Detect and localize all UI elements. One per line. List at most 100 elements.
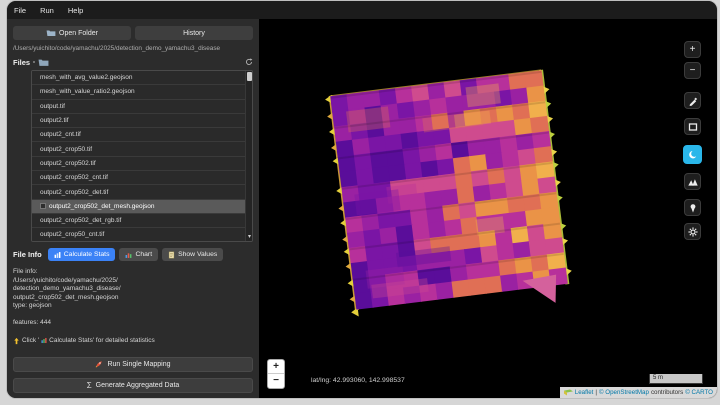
file-row[interactable]: output2_cnt.tif xyxy=(32,128,245,142)
file-name: output2_crop502_det_mesh.geojson xyxy=(49,203,155,210)
file-name: output2_crop502_det.tif xyxy=(40,189,108,196)
file-row[interactable]: output2_crop502.tif xyxy=(32,157,245,171)
document-icon xyxy=(168,251,175,259)
openstreetmap-link[interactable]: © OpenStreetMap xyxy=(599,389,649,396)
run-single-mapping-button[interactable]: Run Single Mapping xyxy=(13,357,253,372)
file-row[interactable]: output.tif xyxy=(32,100,245,114)
menu-item-run[interactable]: Run xyxy=(40,6,54,15)
file-info-line: type: geojson xyxy=(13,302,253,311)
run-single-mapping-label: Run Single Mapping xyxy=(107,361,170,368)
settings-button[interactable] xyxy=(684,223,701,240)
selected-file-icon xyxy=(40,203,46,209)
files-folder-icon xyxy=(38,58,49,67)
show-values-label: Show Values xyxy=(178,251,217,258)
generate-aggregated-button[interactable]: Σ Generate Aggregated Data xyxy=(13,378,253,393)
menu-item-file[interactable]: File xyxy=(14,6,26,15)
file-row[interactable]: output2.tif xyxy=(32,114,245,128)
map-canvas[interactable]: +− + − lat/lng: 42.993060, 142.998537 5 … xyxy=(259,19,717,398)
cursor-coordinates: lat/lng: 42.993060, 142.998537 xyxy=(311,377,405,384)
file-list: mesh_with_avg_value2.geojson mesh_with_va… xyxy=(32,71,245,241)
file-info-text: File info:/Users/yuichito/code/yamachu/2… xyxy=(13,268,253,311)
leaflet-flag-icon xyxy=(564,389,573,396)
file-row[interactable]: output2_crop502_det_rgb.tif xyxy=(32,214,245,228)
pencil-icon xyxy=(688,96,698,106)
file-name: output.tif xyxy=(40,103,65,110)
file-name: mesh_with_avg_value2.geojson xyxy=(40,74,133,81)
hint-line: Click ' Calculate Stats' for detailed st… xyxy=(13,337,253,345)
mesh-layer xyxy=(331,71,567,309)
file-row[interactable]: output2_crop502_det.tif xyxy=(32,185,245,199)
features-count: features: 444 xyxy=(13,319,253,326)
file-info-line: /Users/yuichito/code/yamachu/2025/ xyxy=(13,277,253,286)
draw-pencil-button[interactable] xyxy=(684,92,701,109)
terrain-button[interactable] xyxy=(684,173,701,190)
leaflet-link[interactable]: Leaflet xyxy=(575,389,594,396)
rect-icon xyxy=(688,122,698,132)
file-info-line: File info: xyxy=(13,268,253,277)
files-bullet xyxy=(33,61,35,63)
leaflet-zoom-in[interactable]: + xyxy=(268,360,284,374)
file-list-container: mesh_with_avg_value2.geojson mesh_with_va… xyxy=(31,70,253,242)
file-name: output2.tif xyxy=(40,117,69,124)
history-label: History xyxy=(183,30,205,37)
scroll-down-arrow[interactable]: ▾ xyxy=(246,233,253,241)
mountains-icon xyxy=(688,177,698,187)
app-window: File Run Help Open Folder History /Users/y… xyxy=(7,1,717,398)
menu-bar: File Run Help xyxy=(7,1,717,19)
pin-icon xyxy=(688,203,698,213)
file-row[interactable]: output2_crop50_cnt.tif xyxy=(32,228,245,242)
file-name: output2_crop502_cnt.tif xyxy=(40,174,108,181)
refresh-icon[interactable] xyxy=(245,58,253,66)
file-row[interactable]: mesh_with_avg_value2.geojson xyxy=(32,71,245,85)
moon-icon xyxy=(688,150,698,160)
toolbar: Open Folder History xyxy=(13,26,253,40)
carto-link[interactable]: © CARTO xyxy=(685,389,713,396)
rect-select-button[interactable] xyxy=(684,118,701,135)
rocket-icon xyxy=(95,360,103,368)
map-controls: +− xyxy=(683,41,702,240)
contributors-text: contributors xyxy=(651,389,683,396)
attribution-separator: | xyxy=(595,389,597,396)
leaflet-zoom-out[interactable]: − xyxy=(268,374,284,388)
open-folder-button[interactable]: Open Folder xyxy=(13,26,131,40)
generate-aggregated-label: Generate Aggregated Data xyxy=(96,382,180,389)
chart-icon xyxy=(125,251,132,259)
map-attribution: Leaflet | © OpenStreetMap contributors ©… xyxy=(560,387,717,398)
file-row[interactable]: mesh_with_value_ratio2.geojson xyxy=(32,85,245,99)
dark-mode-button[interactable] xyxy=(683,145,702,164)
leaflet-zoom-control: + − xyxy=(267,359,285,389)
file-name: output2_crop50.tif xyxy=(40,146,92,153)
map-zoom-in-button[interactable]: + xyxy=(684,41,701,58)
calculate-stats-button[interactable]: Calculate Stats xyxy=(48,248,116,261)
file-name: output2_crop502_det_rgb.tif xyxy=(40,217,121,224)
file-name: output2_crop502.tif xyxy=(40,160,96,167)
file-name: mesh_with_value_ratio2.geojson xyxy=(40,88,135,95)
pointer-icon xyxy=(13,337,20,345)
show-values-button[interactable]: Show Values xyxy=(162,248,223,261)
folder-path: /Users/yuichito/code/yamachu/2025/detect… xyxy=(13,45,253,52)
history-button[interactable]: History xyxy=(135,26,253,40)
file-info-toolbar: File Info Calculate Stats Chart Show Val… xyxy=(13,248,253,261)
stats-icon xyxy=(54,251,61,259)
file-row[interactable]: output2_crop502_cnt.tif xyxy=(32,171,245,185)
file-name: output2_crop50_cnt.tif xyxy=(40,231,104,238)
chart-button[interactable]: Chart xyxy=(119,248,158,261)
files-label: Files xyxy=(13,58,30,67)
map-zoom-out-button[interactable]: − xyxy=(684,62,701,79)
scrollbar-thumb[interactable] xyxy=(247,72,252,81)
menu-item-help[interactable]: Help xyxy=(68,6,83,15)
map-scale-bar: 5 m xyxy=(649,374,703,384)
file-info-line: detection_demo_yamachu3_disease/ xyxy=(13,285,253,294)
file-list-scrollbar[interactable]: ▾ xyxy=(245,71,252,241)
file-row[interactable]: output2_crop50.tif xyxy=(32,142,245,156)
file-row[interactable]: output2_crop502_det_mesh.geojson xyxy=(32,200,245,214)
mesh-svg xyxy=(331,71,567,309)
hint-prefix: Click ' xyxy=(22,337,39,344)
gear-icon xyxy=(688,227,698,237)
open-folder-label: Open Folder xyxy=(59,30,98,37)
marker-button[interactable] xyxy=(684,199,701,216)
calculate-stats-label: Calculate Stats xyxy=(64,251,110,258)
file-info-label: File Info xyxy=(13,250,42,259)
chart-label: Chart xyxy=(135,251,152,258)
hint-suffix: Calculate Stats' for detailed statistics xyxy=(49,337,155,344)
